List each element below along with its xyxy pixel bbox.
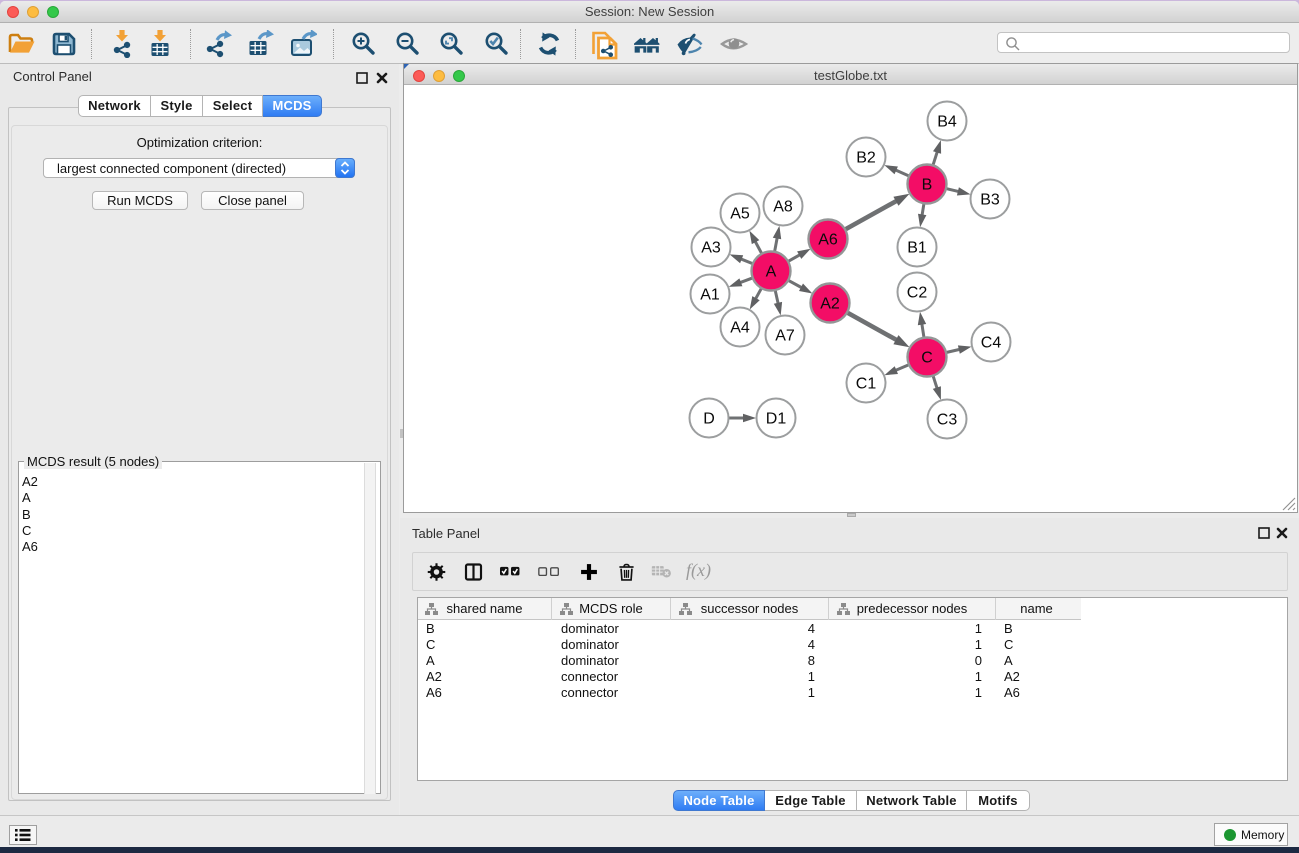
svg-text:A7: A7 [775,328,795,345]
svg-text:A2: A2 [820,296,840,313]
svg-text:A1: A1 [700,287,720,304]
svg-text:C2: C2 [907,285,928,302]
svg-text:A4: A4 [730,320,750,337]
svg-text:C4: C4 [981,335,1002,352]
svg-text:B: B [922,177,933,194]
svg-text:C1: C1 [856,376,877,393]
svg-text:C3: C3 [937,412,958,429]
svg-text:B1: B1 [907,240,927,257]
svg-text:B3: B3 [980,192,1000,209]
svg-text:B2: B2 [856,150,876,167]
svg-text:A6: A6 [818,232,838,249]
svg-text:A8: A8 [773,199,793,216]
svg-text:C: C [921,350,933,367]
svg-text:A5: A5 [730,206,750,223]
svg-text:D: D [703,411,715,428]
svg-text:B4: B4 [937,114,957,131]
svg-text:D1: D1 [766,411,787,428]
svg-text:A: A [766,264,777,281]
svg-text:A3: A3 [701,240,721,257]
